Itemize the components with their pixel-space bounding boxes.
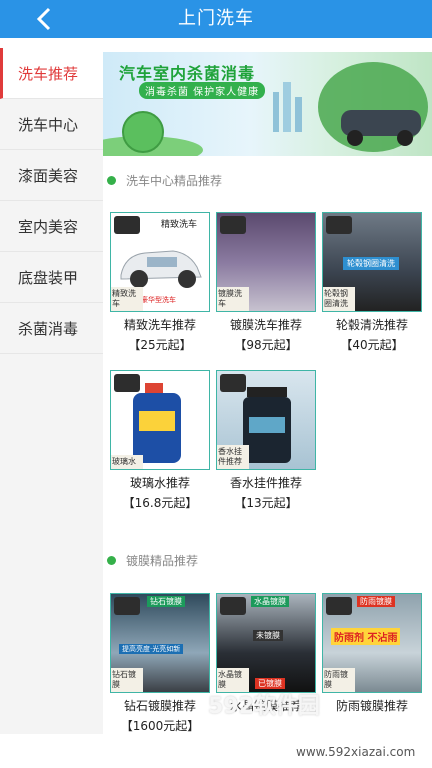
- product-price: 【13元起】: [234, 496, 298, 510]
- product-thumb: 轮毂钢圈清洗 轮毂钢圈清洗: [322, 212, 422, 312]
- product-card[interactable]: 香水挂件推荐 香水挂件推荐 【13元起】: [216, 370, 316, 511]
- thumb-bottom-label: 提高亮度·光亮如新: [119, 644, 184, 654]
- product-tag: 钻石镀膜: [111, 668, 143, 692]
- sidebar: 洗车推荐 洗车中心 漆面美容 室内美容 底盘装甲 杀菌消毒: [0, 48, 103, 734]
- watermark-logo: 592软件园: [208, 694, 320, 719]
- banner-title: 汽车室内杀菌消毒: [119, 64, 256, 83]
- thumb-top-label: 水晶镀膜: [251, 596, 289, 607]
- product-thumb: 防雨镀膜 防雨剂 不沾雨 防雨镀膜: [322, 593, 422, 693]
- thumb-overlay-label: 防雨剂 不沾雨: [331, 628, 401, 645]
- product-card[interactable]: 精致洗车 豪华型洗车 精致洗车 精致洗车推荐 【25元起】: [110, 212, 210, 353]
- product-price: 【40元起】: [340, 338, 404, 352]
- product-price: 【25元起】: [128, 338, 192, 352]
- product-name: 玻璃水推荐: [129, 476, 190, 490]
- product-name: 轮毂清洗推荐: [335, 318, 408, 332]
- thumb-mid-label: 未镀膜: [253, 630, 283, 641]
- thumb-top-label: 精致洗车: [161, 220, 198, 230]
- thumb-top-label: 防雨镀膜: [357, 596, 395, 607]
- product-card[interactable]: 轮毂钢圈清洗 轮毂钢圈清洗 轮毂清洗推荐 【40元起】: [322, 212, 422, 353]
- product-card[interactable]: 钻石镀膜 提高亮度·光亮如新 钻石镀膜 钻石镀膜推荐 【1600元起】: [110, 593, 210, 734]
- bottle-icon: [133, 383, 181, 463]
- bullet-icon: [107, 556, 116, 565]
- product-tag: 玻璃水: [111, 455, 143, 469]
- section-title: 镀膜精品推荐: [126, 554, 199, 568]
- product-tag: 香水挂件推荐: [217, 445, 249, 469]
- section-header-wash: 洗车中心精品推荐: [107, 172, 222, 189]
- header-bar: 上门洗车: [0, 0, 432, 38]
- content-area: 汽车室内杀菌消毒 消毒杀菌 保护家人健康 洗车中心精品推荐 精致洗车 豪华型洗车…: [103, 48, 432, 734]
- product-thumb: 香水挂件推荐: [216, 370, 316, 470]
- product-price: 【16.8元起】: [122, 496, 198, 510]
- thumb-top-label: 钻石镀膜: [147, 596, 185, 607]
- sidebar-item-disinfection[interactable]: 杀菌消毒: [0, 303, 103, 354]
- brand-badge-icon: [326, 216, 352, 234]
- thumb-bottom-label: 豪华型洗车: [141, 296, 176, 304]
- product-name: 钻石镀膜推荐: [123, 699, 196, 713]
- product-card[interactable]: 玻璃水 玻璃水推荐 【16.8元起】: [110, 370, 210, 511]
- brand-badge-icon: [220, 597, 246, 615]
- product-tag: 精致洗车: [111, 287, 143, 311]
- page-title: 上门洗车: [178, 8, 254, 29]
- section-title: 洗车中心精品推荐: [126, 174, 223, 188]
- product-price: 【98元起】: [234, 338, 298, 352]
- brand-badge-icon: [220, 216, 246, 234]
- thumb-overlay-label: 轮毂钢圈清洗: [343, 257, 399, 270]
- product-price: 【1600元起】: [120, 719, 200, 733]
- product-card[interactable]: 防雨镀膜 防雨剂 不沾雨 防雨镀膜 防雨镀膜推荐: [322, 593, 422, 714]
- product-name: 防雨镀膜推荐: [335, 699, 408, 713]
- product-tag: 轮毂钢圈清洗: [323, 287, 355, 311]
- sidebar-item-paint-care[interactable]: 漆面美容: [0, 150, 103, 201]
- watermark-url: www.592xiazai.com: [296, 745, 416, 759]
- sidebar-item-chassis-armor[interactable]: 底盘装甲: [0, 252, 103, 303]
- product-card[interactable]: 镀膜洗车 镀膜洗车推荐 【98元起】: [216, 212, 316, 353]
- brand-badge-icon: [114, 216, 140, 234]
- banner-subtitle: 消毒杀菌 保护家人健康: [139, 82, 266, 99]
- product-thumb: 玻璃水: [110, 370, 210, 470]
- brand-badge-icon: [326, 597, 352, 615]
- product-thumb: 钻石镀膜 提高亮度·光亮如新 钻石镀膜: [110, 593, 210, 693]
- sidebar-item-car-wash-center[interactable]: 洗车中心: [0, 99, 103, 150]
- sidebar-item-car-wash-recommend[interactable]: 洗车推荐: [0, 48, 103, 99]
- product-thumb: 水晶镀膜 未镀膜 已镀膜 水晶镀膜: [216, 593, 316, 693]
- product-thumb: 精致洗车 豪华型洗车 精致洗车: [110, 212, 210, 312]
- sidebar-item-interior-care[interactable]: 室内美容: [0, 201, 103, 252]
- bullet-icon: [107, 176, 116, 185]
- product-tag: 防雨镀膜: [323, 668, 355, 692]
- product-name: 镀膜洗车推荐: [229, 318, 302, 332]
- product-thumb: 镀膜洗车: [216, 212, 316, 312]
- promo-banner[interactable]: 汽车室内杀菌消毒 消毒杀菌 保护家人健康: [103, 52, 432, 156]
- car-icon: [120, 250, 202, 288]
- product-name: 香水挂件推荐: [229, 476, 302, 490]
- product-tag: 镀膜洗车: [217, 287, 249, 311]
- brand-badge-icon: [114, 597, 140, 615]
- section-header-coating: 镀膜精品推荐: [107, 552, 198, 569]
- product-name: 精致洗车推荐: [123, 318, 196, 332]
